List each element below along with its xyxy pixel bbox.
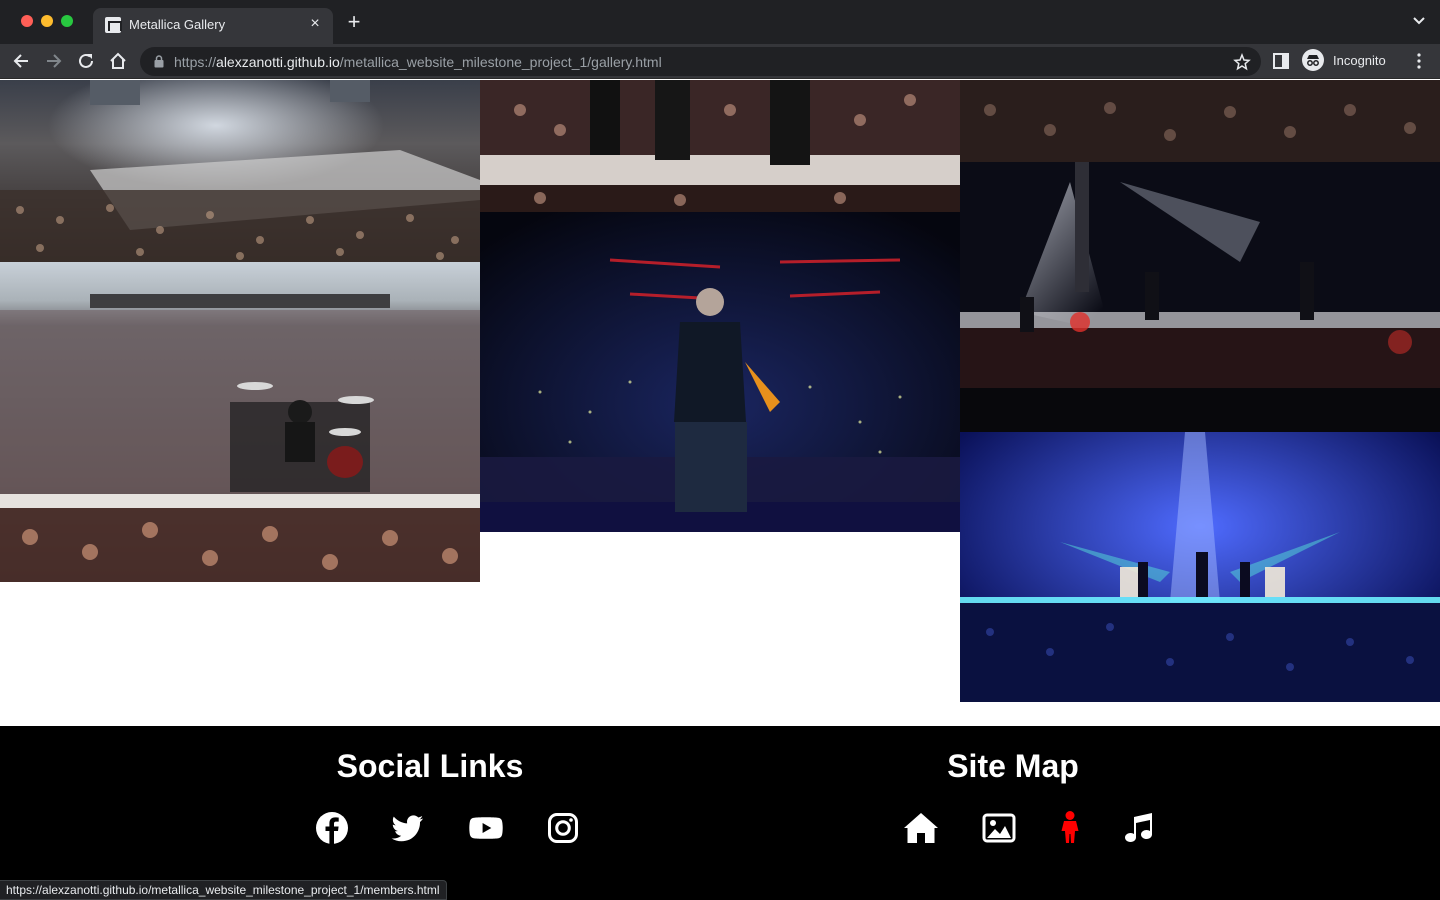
- status-bar-hover-url: https://alexzanotti.github.io/metallica_…: [0, 880, 447, 900]
- crowd-hands-photo[interactable]: [960, 80, 1440, 162]
- browser-tab-strip: Metallica Gallery × +: [0, 0, 1440, 44]
- new-tab-button[interactable]: +: [344, 11, 364, 33]
- youtube-icon[interactable]: [468, 810, 504, 846]
- back-arrow-icon[interactable]: [10, 50, 32, 72]
- home-button-icon[interactable]: [107, 50, 129, 72]
- address-bar[interactable]: https://alexzanotti.github.io/metallica_…: [140, 47, 1261, 76]
- window-zoom-button[interactable]: [61, 15, 73, 27]
- twitter-icon[interactable]: [390, 810, 426, 846]
- singer-back-guitar-photo[interactable]: [480, 212, 960, 532]
- address-url[interactable]: https://alexzanotti.github.io/metallica_…: [174, 54, 662, 70]
- facebook-icon[interactable]: [314, 810, 350, 846]
- tab-close-icon[interactable]: ×: [307, 16, 323, 32]
- forward-arrow-icon[interactable]: [43, 50, 65, 72]
- window-minimize-button[interactable]: [41, 15, 53, 27]
- tab-search-chevron-icon[interactable]: [1412, 14, 1426, 28]
- bookmark-star-icon[interactable]: [1233, 53, 1251, 71]
- music-note-icon[interactable]: [1122, 810, 1158, 846]
- url-host: alexzanotti.github.io: [216, 54, 340, 70]
- browser-menu-icon[interactable]: [1412, 52, 1426, 70]
- blue-stage-arena-photo[interactable]: [960, 432, 1440, 702]
- site-map-heading: Site Map: [947, 748, 1079, 784]
- members-person-icon[interactable]: [1052, 810, 1088, 846]
- tab-title: Metallica Gallery: [129, 17, 226, 32]
- stage-closeup-photo[interactable]: [480, 80, 960, 212]
- instagram-icon[interactable]: [545, 810, 581, 846]
- social-links-heading: Social Links: [336, 748, 524, 784]
- lock-icon[interactable]: [154, 55, 164, 68]
- side-panel-icon[interactable]: [1272, 52, 1290, 70]
- window-close-button[interactable]: [21, 15, 33, 27]
- incognito-label[interactable]: Incognito: [1333, 53, 1386, 68]
- browser-toolbar: https://alexzanotti.github.io/metallica_…: [0, 44, 1440, 79]
- reload-icon[interactable]: [75, 50, 97, 72]
- stadium-drummer-photo[interactable]: [0, 262, 480, 582]
- home-icon[interactable]: [902, 810, 940, 846]
- site-footer: Social Links Site Map: [0, 726, 1440, 900]
- url-path: /metallica_website_milestone_project_1/g…: [339, 54, 662, 70]
- photo-gallery: [0, 80, 1440, 726]
- incognito-icon[interactable]: [1302, 49, 1324, 71]
- url-scheme: https://: [174, 54, 217, 70]
- site-favicon-icon: [105, 17, 122, 33]
- gallery-image-icon[interactable]: [981, 810, 1017, 846]
- browser-tab-active[interactable]: Metallica Gallery ×: [93, 8, 333, 44]
- concert-crowd-wide-photo[interactable]: [0, 80, 480, 262]
- spotlight-stage-photo[interactable]: [960, 162, 1440, 432]
